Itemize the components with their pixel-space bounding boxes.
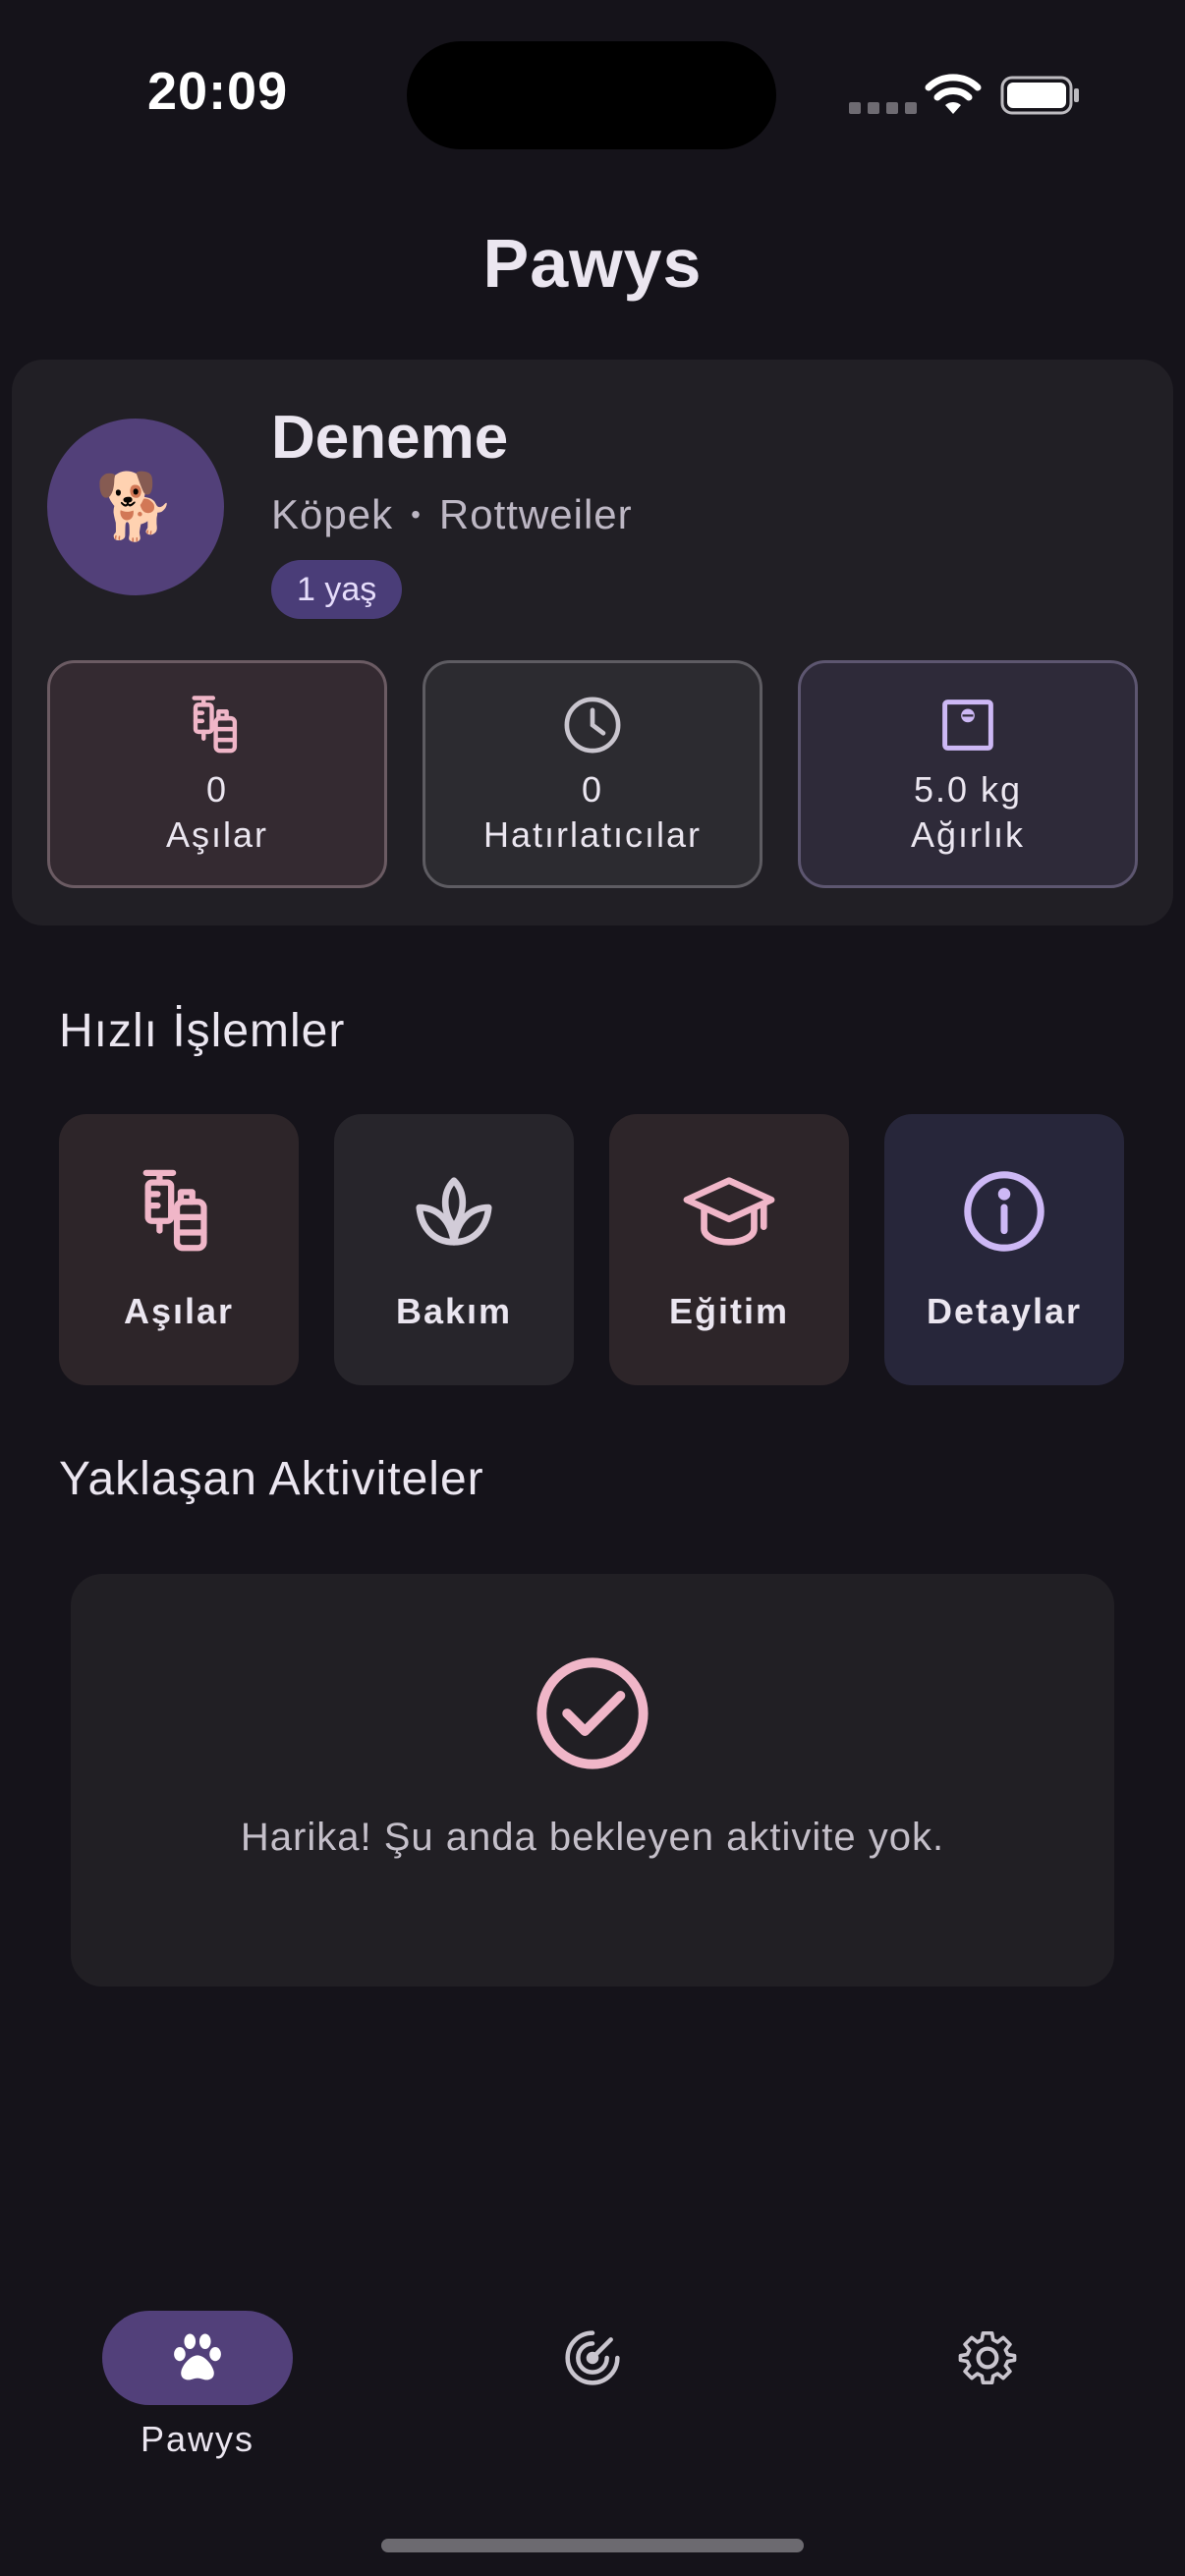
scale-icon [942, 700, 993, 751]
nav-item-settings[interactable] [892, 2311, 1083, 2405]
status-time: 20:09 [147, 62, 289, 121]
info-icon [964, 1171, 1044, 1252]
upcoming-empty-state: Harika! Şu anda bekleyen aktivite yok. [71, 1574, 1114, 1987]
quick-action-label: Detaylar [926, 1291, 1083, 1331]
battery-icon [1000, 76, 1079, 115]
bottom-navigation: Pawys [0, 2260, 1185, 2576]
stat-label: Aşılar [165, 814, 269, 855]
nav-item-radar[interactable] [497, 2311, 688, 2405]
stat-reminders[interactable]: 0 Hatırlatıcılar [423, 660, 762, 888]
nav-label: Pawys [140, 2419, 255, 2459]
stat-label: Ağırlık [910, 814, 1026, 855]
stat-value: 5.0 kg [913, 769, 1023, 810]
dynamic-island [407, 41, 776, 149]
quick-action-vaccines[interactable]: Aşılar [59, 1114, 299, 1385]
syringe-icon [142, 1169, 207, 1252]
home-indicator[interactable] [381, 2539, 804, 2552]
wifi-icon [925, 74, 982, 114]
quick-action-label: Eğitim [668, 1291, 789, 1331]
status-bar: 20:09 [0, 0, 1185, 196]
quick-actions-title: Hızlı İşlemler [59, 1005, 346, 1057]
pet-avatar[interactable]: 🐕 [47, 419, 224, 595]
gear-icon [958, 2330, 1017, 2385]
quick-action-care[interactable]: Bakım [334, 1114, 574, 1385]
pet-card[interactable]: 🐕 Deneme Köpek • Rottweiler 1 yaş 0 Aşıl… [12, 360, 1173, 925]
empty-message: Harika! Şu anda bekleyen aktivite yok. [240, 1816, 945, 1859]
nav-active-indicator[interactable] [102, 2311, 293, 2405]
check-circle-icon [536, 1657, 649, 1769]
stat-weight[interactable]: 5.0 kg Ağırlık [798, 660, 1138, 888]
stat-vaccines[interactable]: 0 Aşılar [47, 660, 387, 888]
quick-action-training[interactable]: Eğitim [609, 1114, 849, 1385]
spa-icon [416, 1177, 492, 1246]
quick-action-label: Aşılar [123, 1291, 235, 1331]
nav-item-pawys[interactable]: Pawys [102, 2311, 293, 2460]
quick-action-label: Bakım [395, 1291, 513, 1331]
pet-breed: Rottweiler [438, 491, 633, 537]
upcoming-title: Yaklaşan Aktiviteler [59, 1453, 484, 1505]
quick-action-details[interactable]: Detaylar [884, 1114, 1124, 1385]
radar-icon [565, 2330, 620, 2385]
clock-icon [564, 697, 621, 754]
pet-breed-line: Köpek • Rottweiler [271, 491, 633, 538]
age-badge: 1 yaş [271, 560, 403, 619]
stat-label: Hatırlatıcılar [482, 814, 703, 855]
app-title: Pawys [482, 225, 703, 302]
graduation-cap-icon [683, 1177, 775, 1246]
cellular-signal-icon [849, 102, 917, 114]
separator-dot: • [411, 499, 422, 530]
pet-species: Köpek [271, 491, 394, 537]
stat-value: 0 [205, 769, 229, 810]
screen: 20:09 Pawys 🐕 Deneme Köpek • Rottweiler … [0, 0, 1185, 2576]
paw-icon [174, 2333, 221, 2380]
pet-name: Deneme [271, 404, 509, 472]
stat-value: 0 [581, 769, 604, 810]
syringe-icon [192, 696, 238, 754]
